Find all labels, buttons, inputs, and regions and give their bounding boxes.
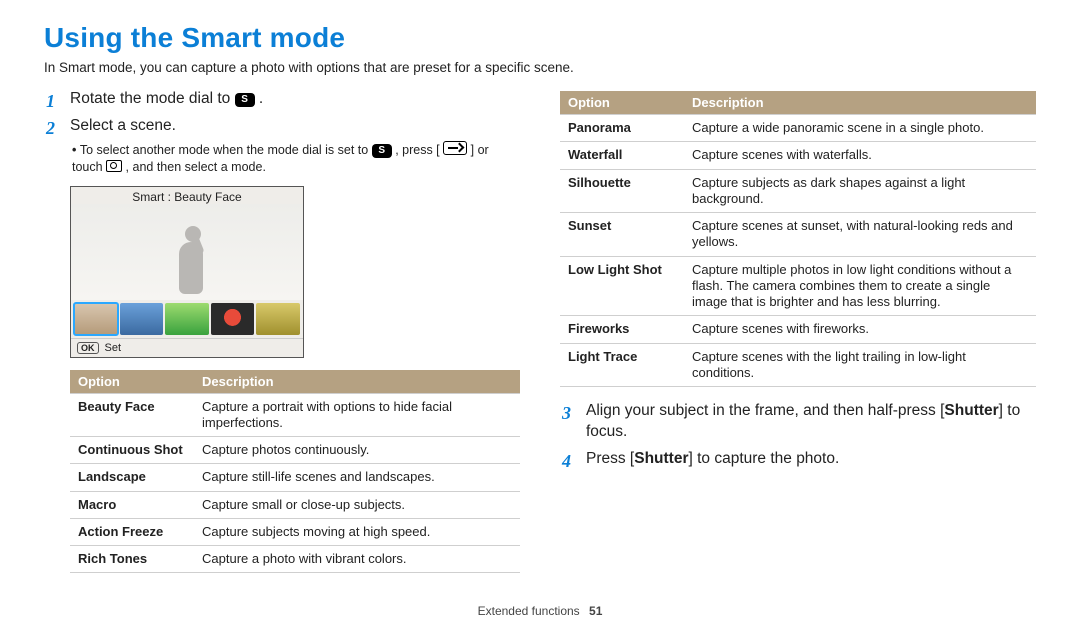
steps-list: Rotate the mode dial to S . Select a sce… bbox=[44, 89, 520, 176]
th-description: Description bbox=[194, 370, 520, 394]
thumb-2 bbox=[120, 303, 164, 335]
opt-name: Rich Tones bbox=[70, 546, 194, 573]
opt-desc: Capture a photo with vibrant colors. bbox=[194, 546, 520, 573]
table-row: PanoramaCapture a wide panoramic scene i… bbox=[560, 115, 1036, 142]
step-1-text-post: . bbox=[259, 90, 263, 107]
opt-desc: Capture subjects moving at high speed. bbox=[194, 518, 520, 545]
step-2-sub-d: , and then select a mode. bbox=[126, 160, 266, 174]
step-2-sub: To select another mode when the mode dia… bbox=[70, 141, 520, 176]
table-row: FireworksCapture scenes with fireworks. bbox=[560, 316, 1036, 343]
screenshot-thumb-strip bbox=[71, 300, 303, 338]
opt-desc: Capture photos continuously. bbox=[194, 437, 520, 464]
opt-name: Waterfall bbox=[560, 142, 684, 169]
footer-page-number: 51 bbox=[589, 604, 602, 618]
step-1-text-pre: Rotate the mode dial to bbox=[70, 90, 235, 107]
opt-name: Light Trace bbox=[560, 343, 684, 387]
step-4-post: ] to capture the photo. bbox=[688, 450, 839, 467]
table-row: LandscapeCapture still-life scenes and l… bbox=[70, 464, 520, 491]
opt-desc: Capture scenes with waterfalls. bbox=[684, 142, 1036, 169]
opt-desc: Capture scenes with fireworks. bbox=[684, 316, 1036, 343]
th-option: Option bbox=[70, 370, 194, 394]
step-1: Rotate the mode dial to S . bbox=[44, 89, 520, 110]
opt-desc: Capture multiple photos in low light con… bbox=[684, 256, 1036, 316]
shutter-bold: Shutter bbox=[944, 402, 998, 419]
opt-desc: Capture a wide panoramic scene in a sing… bbox=[684, 115, 1036, 142]
table-row: Beauty FaceCapture a portrait with optio… bbox=[70, 393, 520, 437]
mode-dial-s-icon: S bbox=[235, 93, 255, 107]
opt-desc: Capture still-life scenes and landscapes… bbox=[194, 464, 520, 491]
opt-name: Macro bbox=[70, 491, 194, 518]
opt-desc: Capture scenes with the light trailing i… bbox=[684, 343, 1036, 387]
opt-name: Landscape bbox=[70, 464, 194, 491]
opt-desc: Capture small or close-up subjects. bbox=[194, 491, 520, 518]
step-3: Align your subject in the frame, and the… bbox=[560, 401, 1036, 443]
shutter-bold: Shutter bbox=[634, 450, 688, 467]
opt-desc: Capture subjects as dark shapes against … bbox=[684, 169, 1036, 213]
intro-text: In Smart mode, you can capture a photo w… bbox=[44, 60, 1036, 75]
return-key-icon bbox=[443, 141, 467, 155]
opt-name: Continuous Shot bbox=[70, 437, 194, 464]
left-column: Rotate the mode dial to S . Select a sce… bbox=[44, 89, 520, 573]
table-row: Continuous ShotCapture photos continuous… bbox=[70, 437, 520, 464]
opt-name: Silhouette bbox=[560, 169, 684, 213]
camera-icon bbox=[106, 160, 122, 172]
thumb-beauty-face bbox=[74, 303, 118, 335]
table-row: SilhouetteCapture subjects as dark shape… bbox=[560, 169, 1036, 213]
set-label: Set bbox=[105, 342, 122, 354]
step-3-pre: Align your subject in the frame, and the… bbox=[586, 402, 944, 419]
page-title: Using the Smart mode bbox=[44, 22, 1036, 54]
step-2: Select a scene. To select another mode w… bbox=[44, 116, 520, 176]
th-option: Option bbox=[560, 91, 684, 115]
ok-chip: OK bbox=[77, 342, 99, 354]
table-row: Rich TonesCapture a photo with vibrant c… bbox=[70, 546, 520, 573]
opt-name: Fireworks bbox=[560, 316, 684, 343]
thumb-3 bbox=[165, 303, 209, 335]
camera-screenshot: Smart : Beauty Face OK Set bbox=[70, 186, 304, 358]
opt-name: Panorama bbox=[560, 115, 684, 142]
footer-section: Extended functions bbox=[478, 604, 580, 618]
mode-dial-s-icon: S bbox=[372, 144, 392, 158]
table-row: WaterfallCapture scenes with waterfalls. bbox=[560, 142, 1036, 169]
table-row: Action FreezeCapture subjects moving at … bbox=[70, 518, 520, 545]
page-footer: Extended functions 51 bbox=[0, 604, 1080, 618]
table-row: Light TraceCapture scenes with the light… bbox=[560, 343, 1036, 387]
right-column: Option Description PanoramaCapture a wid… bbox=[560, 89, 1036, 573]
opt-name: Beauty Face bbox=[70, 393, 194, 437]
steps-list-right: Align your subject in the frame, and the… bbox=[560, 401, 1036, 470]
opt-name: Low Light Shot bbox=[560, 256, 684, 316]
thumb-5 bbox=[256, 303, 300, 335]
options-table-left: Option Description Beauty FaceCapture a … bbox=[70, 370, 520, 574]
th-description: Description bbox=[684, 91, 1036, 115]
opt-name: Action Freeze bbox=[70, 518, 194, 545]
screenshot-preview bbox=[71, 204, 303, 300]
table-row: MacroCapture small or close-up subjects. bbox=[70, 491, 520, 518]
opt-name: Sunset bbox=[560, 213, 684, 257]
table-row: Low Light ShotCapture multiple photos in… bbox=[560, 256, 1036, 316]
screenshot-title: Smart : Beauty Face bbox=[71, 187, 303, 204]
opt-desc: Capture a portrait with options to hide … bbox=[194, 393, 520, 437]
options-table-right: Option Description PanoramaCapture a wid… bbox=[560, 91, 1036, 387]
step-2-sub-a: To select another mode when the mode dia… bbox=[80, 143, 372, 157]
opt-desc: Capture scenes at sunset, with natural-l… bbox=[684, 213, 1036, 257]
step-4: Press [Shutter] to capture the photo. bbox=[560, 449, 1036, 470]
step-4-pre: Press [ bbox=[586, 450, 634, 467]
table-row: SunsetCapture scenes at sunset, with nat… bbox=[560, 213, 1036, 257]
step-2-sub-b: , press [ bbox=[395, 143, 439, 157]
screenshot-footer: OK Set bbox=[71, 338, 303, 357]
step-2-text: Select a scene. bbox=[70, 117, 176, 134]
thumb-4 bbox=[211, 303, 255, 335]
